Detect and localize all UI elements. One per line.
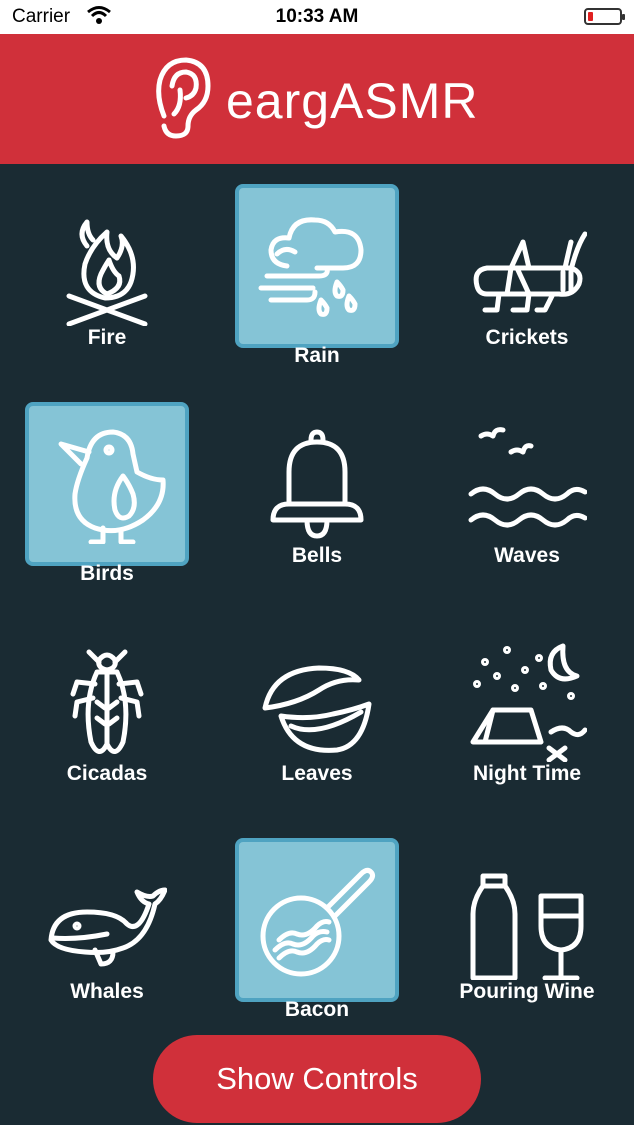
icon-box bbox=[445, 838, 609, 1002]
icon-box bbox=[445, 620, 609, 784]
wine-icon bbox=[470, 873, 584, 980]
sound-tile-leaves[interactable]: Leaves bbox=[212, 610, 422, 810]
sound-tile-night-time[interactable]: Night Time bbox=[422, 610, 632, 810]
sound-tile-fire[interactable]: Fire bbox=[2, 174, 212, 374]
sound-label: Bacon bbox=[284, 998, 350, 1021]
sound-label: Birds bbox=[80, 562, 134, 585]
clock: 10:33 AM bbox=[275, 6, 359, 27]
sound-tile-cicadas[interactable]: Cicadas bbox=[2, 610, 212, 810]
sound-label: Crickets bbox=[485, 326, 569, 349]
leaves-icon bbox=[262, 665, 372, 753]
sound-tile-birds[interactable]: Birds bbox=[2, 392, 212, 592]
battery-low-icon bbox=[584, 8, 625, 25]
sound-label: Bells bbox=[291, 544, 343, 567]
sound-label: Night Time bbox=[472, 762, 582, 785]
icon-box bbox=[235, 402, 399, 566]
sound-tile-pouring-wine[interactable]: Pouring Wine bbox=[422, 828, 632, 1028]
sound-tile-bells[interactable]: Bells bbox=[212, 392, 422, 592]
app-title: eargASMR bbox=[226, 72, 479, 129]
sound-tile-whales[interactable]: Whales bbox=[2, 828, 212, 1028]
sound-tile-bacon[interactable]: Bacon bbox=[212, 828, 422, 1028]
sound-label: Fire bbox=[87, 326, 127, 349]
icon-box bbox=[235, 620, 399, 784]
campfire-icon bbox=[66, 219, 148, 326]
show-controls-button[interactable]: Show Controls bbox=[153, 1035, 481, 1123]
app-logo: eargASMR bbox=[152, 56, 479, 145]
sound-tile-crickets[interactable]: Crickets bbox=[422, 174, 632, 374]
icon-box bbox=[235, 184, 399, 348]
bird-icon bbox=[58, 429, 166, 544]
status-bar: Carrier 10:33 AM bbox=[0, 0, 634, 34]
sound-label: Rain bbox=[294, 344, 340, 367]
app-header: eargASMR bbox=[0, 34, 634, 164]
icon-box bbox=[25, 620, 189, 784]
bacon-pan-icon bbox=[260, 867, 376, 977]
sound-label: Leaves bbox=[281, 762, 353, 785]
cicada-icon bbox=[70, 649, 144, 754]
sound-label: Cicadas bbox=[66, 762, 148, 785]
icon-box bbox=[235, 838, 399, 1002]
waves-icon bbox=[468, 427, 587, 528]
icon-box bbox=[445, 184, 609, 348]
sound-tile-rain[interactable]: Rain bbox=[212, 174, 422, 374]
whale-icon bbox=[48, 887, 167, 967]
icon-box bbox=[25, 184, 189, 348]
bell-icon bbox=[270, 429, 364, 539]
ear-icon bbox=[152, 56, 214, 145]
icon-box bbox=[25, 838, 189, 1002]
rain-cloud-icon bbox=[258, 217, 364, 317]
sound-label: Pouring Wine bbox=[459, 980, 595, 1003]
sound-label: Whales bbox=[70, 980, 144, 1003]
sound-label: Waves bbox=[494, 544, 560, 567]
icon-box bbox=[445, 402, 609, 566]
tent-night-icon bbox=[470, 643, 587, 762]
icon-box bbox=[25, 402, 189, 566]
cricket-icon bbox=[473, 231, 587, 313]
sound-tile-waves[interactable]: Waves bbox=[422, 392, 632, 592]
